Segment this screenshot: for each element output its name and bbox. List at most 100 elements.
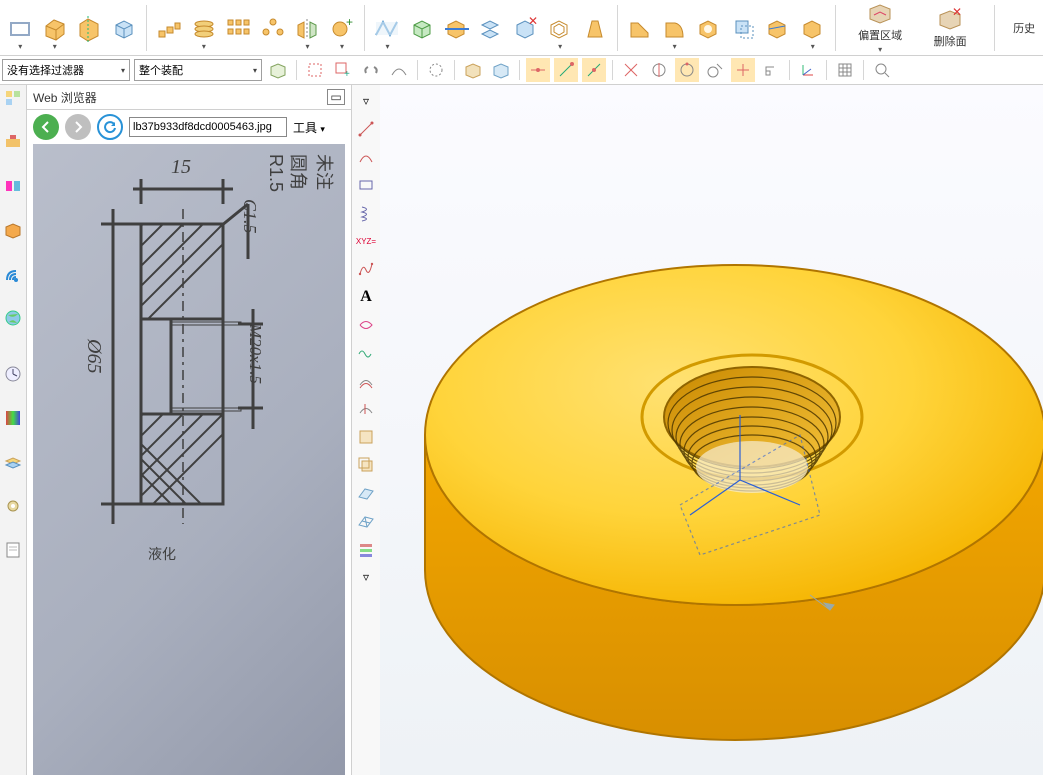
sb-snap-intersect-icon[interactable] [619,58,643,82]
offset-region-button[interactable]: 偏置区域 ▾ [850,1,910,54]
vt-line-icon[interactable] [354,117,378,141]
mirror-button[interactable] [291,5,324,51]
lt-sheet-icon[interactable] [2,539,24,561]
cube-button[interactable] [108,5,141,51]
lt-part-nav-icon[interactable] [2,87,24,109]
sb-snap-perp-icon[interactable] [759,58,783,82]
chevron-down-icon: ▾ [320,124,325,134]
vt-more2-icon[interactable]: ▿ [354,565,378,589]
fillet-button[interactable] [658,5,691,51]
panel-minimize-button[interactable]: ▭ [327,89,345,105]
add-feature-button[interactable]: + [326,5,359,51]
sb-link-icon[interactable] [359,58,383,82]
nav-forward-button[interactable] [65,114,91,140]
vt-sheet1-icon[interactable] [354,425,378,449]
lt-layer-icon[interactable] [2,451,24,473]
blueprint-footer: 液化 [148,544,176,564]
nav-back-button[interactable] [33,114,59,140]
vt-rect-icon[interactable] [354,173,378,197]
svg-text:✕: ✕ [528,14,538,28]
sb-snap-center-icon[interactable] [647,58,671,82]
sb-search-icon[interactable] [870,58,894,82]
sb-snap-point-icon[interactable] [526,58,550,82]
lt-gear-icon[interactable] [2,495,24,517]
sb-snap-plus-icon[interactable] [731,58,755,82]
sb-select-icon[interactable] [303,58,327,82]
filter-combo[interactable]: 没有选择过滤器 [2,59,130,81]
lt-signal-icon[interactable] [2,263,24,285]
ribbon-right: 偏置区域 ▾ ✕ 删除面 历史 [831,1,1039,54]
delete-face-button[interactable]: ✕ 删除面 [920,7,980,49]
vt-expression-icon[interactable]: XYZ= [354,229,378,253]
shell-button[interactable] [544,5,577,51]
sb-snap-tangent-icon[interactable] [703,58,727,82]
delete-body-button[interactable]: ✕ [509,5,542,51]
history-label: 历史 [1013,20,1035,36]
vt-curve2-icon[interactable] [354,313,378,337]
sb-grid-icon[interactable] [833,58,857,82]
sb-box2-icon[interactable] [489,58,513,82]
layers-button[interactable] [188,5,221,51]
sb-addsel-icon[interactable]: + [331,58,355,82]
nav-refresh-button[interactable] [97,114,123,140]
lt-globe-icon[interactable] [2,307,24,329]
pattern-circular-button[interactable] [257,5,290,51]
sb-sep [417,60,418,80]
blueprint-dim-c: C1.5 [239,199,260,234]
sb-curve-icon[interactable] [387,58,411,82]
vt-deriv-icon[interactable] [354,397,378,421]
vt-more-icon[interactable]: ▿ [354,89,378,113]
extrude-button[interactable] [39,5,72,51]
vt-offset-curve-icon[interactable] [354,369,378,393]
sb-cube-icon[interactable] [266,58,290,82]
vt-spline-icon[interactable] [354,257,378,281]
history-button[interactable]: 历史 [1009,20,1039,36]
canvas-3d[interactable] [380,85,1043,775]
assembly-combo[interactable]: 整个装配 [134,59,262,81]
url-input[interactable] [129,117,287,137]
sb-sep [612,60,613,80]
dropdown-glyph-icon: ▾ [878,45,882,54]
face-draft-button[interactable] [762,5,795,51]
vt-menu-icon[interactable] [354,537,378,561]
trim-body-button[interactable] [440,5,473,51]
pattern-linear-button[interactable] [153,5,186,51]
chamfer-button[interactable] [624,5,657,51]
split-body-button[interactable] [475,5,508,51]
sb-dashed-circle-icon[interactable] [424,58,448,82]
vt-text-icon[interactable]: A [354,285,378,309]
sb-sep [519,60,520,80]
unfold-button[interactable] [371,5,404,51]
vt-surface-icon[interactable] [354,481,378,505]
vt-helix-icon[interactable] [354,201,378,225]
sb-box1-icon[interactable] [461,58,485,82]
lt-color-icon[interactable] [2,407,24,429]
tools-dropdown[interactable]: 工具 ▾ [293,119,325,136]
minimize-glyph-icon: ▭ [330,90,341,104]
vt-arc-icon[interactable] [354,145,378,169]
pattern-grid-button[interactable] [222,5,255,51]
sketch-rect-button[interactable] [4,5,37,51]
sb-snap-end-icon[interactable] [554,58,578,82]
blueprint-image: 未注圆角 R1.5 15 C1.5 M20x1.5 Ø65 液化 [33,144,345,775]
sb-snap-mid-icon[interactable] [582,58,606,82]
sb-snap-quad-icon[interactable] [675,58,699,82]
lt-constraint-nav-icon[interactable] [2,175,24,197]
offset-face-button[interactable] [727,5,760,51]
web-browser-header: Web 浏览器 ▭ [27,85,351,110]
revolve-button[interactable] [73,5,106,51]
lt-history-icon[interactable] [2,363,24,385]
box-green-button[interactable] [406,5,439,51]
svg-text:✕: ✕ [952,7,962,19]
lt-assembly-nav-icon[interactable] [2,131,24,153]
vt-mesh-icon[interactable] [354,509,378,533]
sb-wcs-icon[interactable] [796,58,820,82]
lt-material-icon[interactable] [2,219,24,241]
tools-label: 工具 [293,121,317,135]
edge-blend-button[interactable] [693,5,726,51]
draft-button[interactable] [578,5,611,51]
face-more-button[interactable] [797,5,830,51]
filter-combo-value: 没有选择过滤器 [7,62,84,78]
vt-sheet2-icon[interactable] [354,453,378,477]
vt-wave-icon[interactable] [354,341,378,365]
